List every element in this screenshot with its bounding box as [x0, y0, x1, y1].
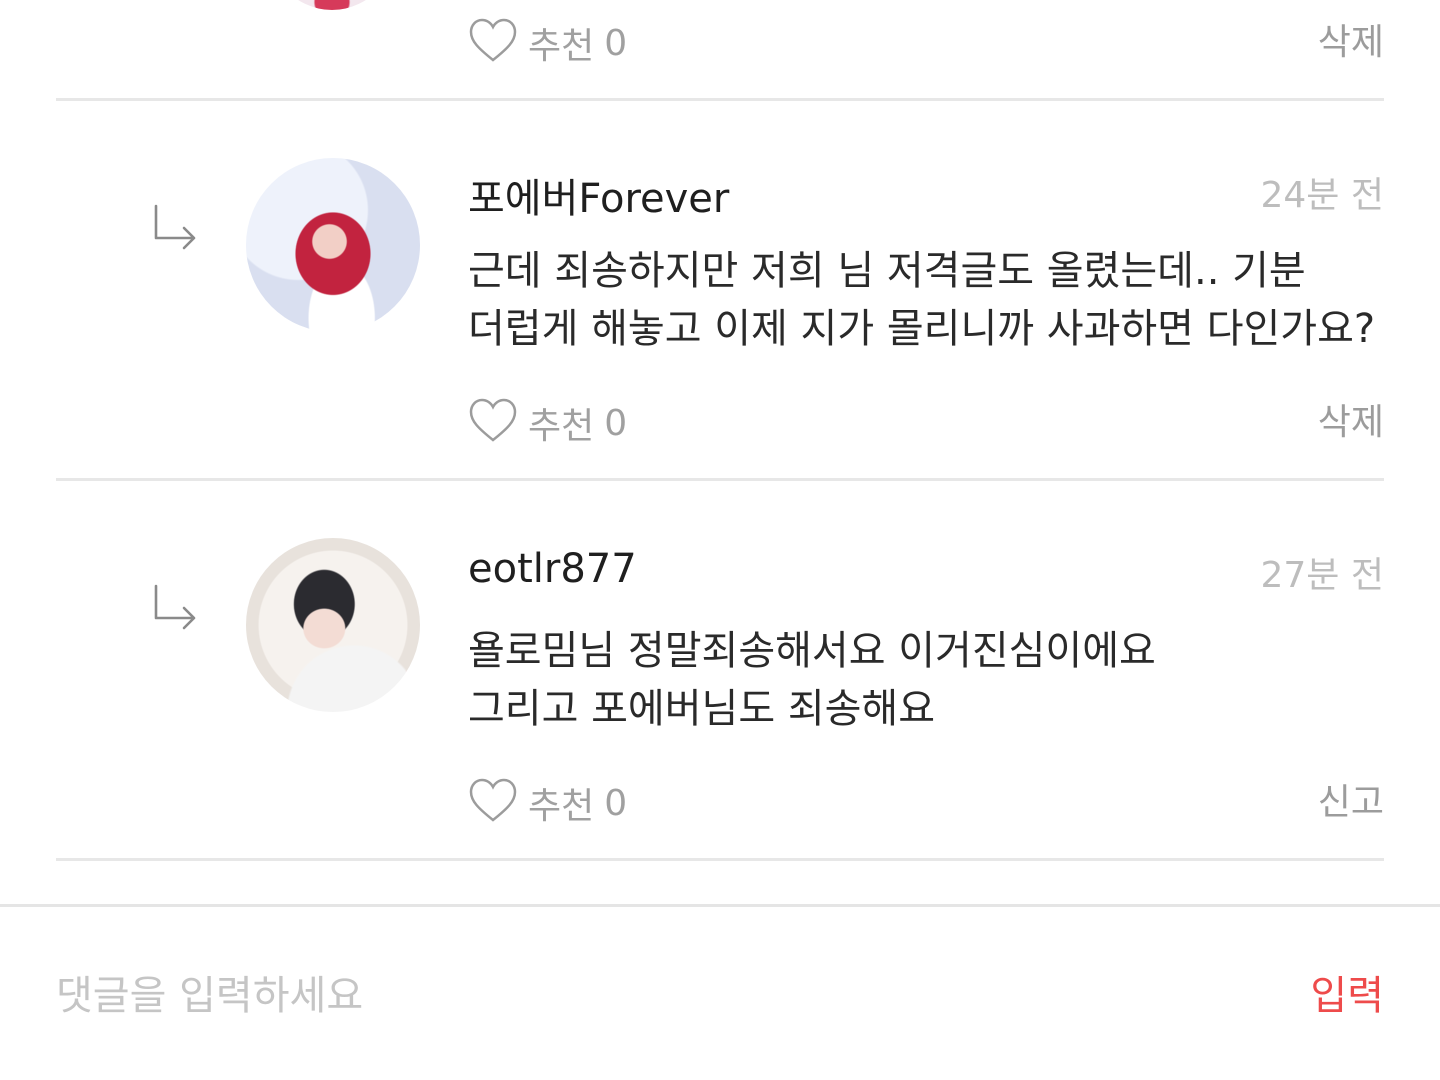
comment-actions: 추천 0 삭제	[468, 18, 1384, 68]
like-button[interactable]: 추천 0	[468, 18, 627, 68]
like-label: 추천	[528, 406, 595, 447]
comment-input[interactable]	[56, 966, 1196, 1026]
previous-comment: 추천 0 삭제	[0, 0, 1440, 102]
comment-text: 근데 죄송하지만 저희 님 저격글도 올렸는데.. 기분 더럽게 해놓고 이제 …	[468, 242, 1388, 358]
timestamp: 24분 전	[1260, 175, 1385, 216]
like-count: 0	[604, 402, 628, 444]
reply-arrow-icon	[148, 202, 204, 258]
delete-button[interactable]: 삭제	[1318, 18, 1384, 68]
comment-actions: 추천 0 신고	[468, 778, 1384, 828]
avatar[interactable]	[246, 158, 420, 332]
like-button[interactable]: 추천 0	[468, 398, 627, 448]
comment-thread-page: 추천 0 삭제 포에버Forever 24분 전 근데 죄송하지만 저희 님 저…	[0, 0, 1440, 1080]
divider	[56, 858, 1384, 861]
like-count: 0	[604, 22, 628, 64]
delete-button[interactable]: 삭제	[1318, 398, 1384, 448]
comment-line: 더럽게 해놓고 이제 지가 몰리니까 사과하면 다인가요?	[468, 306, 1376, 352]
comment-line: 욜로밈님 정말죄송해서요 이거진심이에요	[468, 628, 1156, 674]
reply-arrow-icon	[148, 582, 204, 638]
report-button[interactable]: 신고	[1318, 778, 1384, 828]
heart-icon	[468, 16, 518, 70]
timestamp: 27분 전	[1260, 555, 1385, 596]
like-button[interactable]: 추천 0	[468, 778, 627, 828]
username[interactable]: eotlr877	[468, 546, 637, 592]
input-bar-divider	[0, 904, 1440, 907]
like-count: 0	[604, 782, 628, 824]
divider	[56, 98, 1384, 101]
heart-icon	[468, 776, 518, 830]
divider	[56, 478, 1384, 481]
submit-button[interactable]: 입력	[1310, 966, 1384, 1026]
reply-item: 포에버Forever 24분 전 근데 죄송하지만 저희 님 저격글도 올렸는데…	[0, 158, 1440, 538]
avatar	[262, 0, 402, 10]
like-label: 추천	[528, 786, 595, 827]
comment-line: 그리고 포에버님도 죄송해요	[468, 686, 936, 732]
reply-item: eotlr877 27분 전 욜로밈님 정말죄송해서요 이거진심이에요 그리고 …	[0, 538, 1440, 918]
comment-actions: 추천 0 삭제	[468, 398, 1384, 448]
comment-line: 근데 죄송하지만 저희 님 저격글도 올렸는데.. 기분	[468, 248, 1306, 294]
avatar[interactable]	[246, 538, 420, 712]
username[interactable]: 포에버Forever	[468, 166, 729, 224]
like-label: 추천	[528, 26, 595, 67]
comment-text: 욜로밈님 정말죄송해서요 이거진심이에요 그리고 포에버님도 죄송해요	[468, 622, 1388, 738]
heart-icon	[468, 396, 518, 450]
